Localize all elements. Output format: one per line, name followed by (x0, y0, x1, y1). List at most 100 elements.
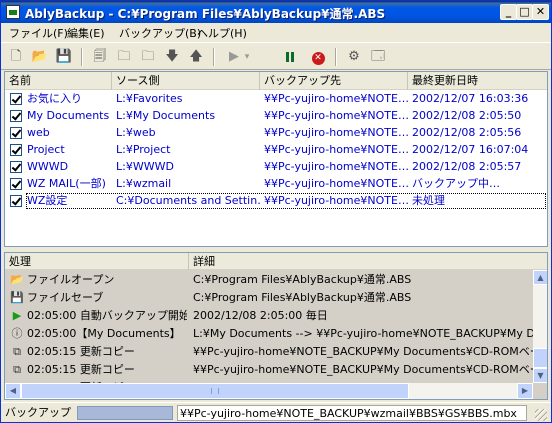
log-row[interactable]: ⧉ 02:05:15 更新コピー ¥¥Pc-yujiro-home¥NOTE_BAC… (5, 361, 533, 379)
properties-button[interactable]: 🗔 (367, 46, 389, 68)
row-name: Project (27, 143, 65, 156)
close-button[interactable]: ✕ (532, 4, 549, 20)
folder-copy-button[interactable]: 🗀 (113, 46, 135, 68)
header-detail[interactable]: 詳細 (189, 253, 547, 270)
scroll-right-button[interactable]: ▶ (517, 383, 533, 399)
menu-help[interactable]: ヘルプ(H) (197, 25, 247, 41)
delete-icon: 🗐 (93, 49, 107, 64)
list-row[interactable]: Project L:¥Project ¥¥Pc-yujiro-home¥NOTE… 2… (5, 142, 547, 158)
row-destination: ¥¥Pc-yujiro-home¥NOTE… (264, 143, 408, 156)
title-bar[interactable]: AblyBackup - C:¥Program Files¥AblyBackup… (1, 1, 551, 23)
save-icon: 💾 (55, 49, 73, 64)
row-name: My Documents (27, 109, 110, 122)
header-action[interactable]: 処理 (5, 253, 189, 270)
move-up-button[interactable]: 🡅 (185, 46, 207, 68)
row-destination: ¥¥Pc-yujiro-home¥NOTE… (264, 194, 408, 207)
log-detail: ¥¥Pc-yujiro-home¥NOTE_BACKUP¥My Document… (193, 345, 533, 358)
row-name: WZ MAIL(一部) (27, 177, 106, 190)
enabled-checkbox[interactable] (10, 144, 22, 156)
move-down-button[interactable]: 🡇 (161, 46, 183, 68)
menu-file[interactable]: ファイル(F) (9, 25, 68, 41)
scroll-down-button[interactable]: ▼ (533, 368, 547, 383)
row-source: L:¥web (116, 126, 156, 139)
list-row[interactable]: web L:¥web ¥¥Pc-yujiro-home¥NOTE… 2002/12/0… (5, 125, 547, 141)
window-title: AblyBackup - C:¥Program Files¥AblyBackup… (25, 7, 386, 21)
header-last-modified[interactable]: 最終更新日時 (408, 72, 547, 90)
backup-list[interactable]: 名前 ソース側 バックアップ先 最終更新日時 お気に入り L:¥Favorites… (4, 71, 548, 247)
minimize-icon: _ (505, 5, 512, 18)
row-source: C:¥Documents and Settin… (116, 194, 260, 207)
row-source: L:¥My Documents (116, 109, 216, 122)
open-button[interactable]: 📂 (29, 46, 51, 68)
enabled-checkbox[interactable] (10, 127, 22, 139)
log-detail: 2002/12/08 2:05:00 毎日 (193, 309, 328, 322)
enabled-checkbox[interactable] (10, 195, 22, 207)
new-file-button[interactable]: 🗋 (5, 46, 27, 68)
row-last-modified: 2002/12/08 2:05:50 (412, 109, 522, 122)
move-down-icon: 🡇 (165, 49, 179, 64)
header-source[interactable]: ソース側 (112, 72, 260, 90)
maximize-icon: □ (519, 5, 530, 18)
open-folder-icon: 📂 (10, 273, 24, 286)
enabled-checkbox[interactable] (10, 178, 22, 190)
log-row[interactable]: 📂 ファイルオープン C:¥Program Files¥AblyBackup¥通常.… (5, 271, 533, 289)
row-source: L:¥Favorites (116, 92, 183, 105)
log-header: 処理 詳細 (5, 253, 547, 270)
row-last-modified: 2002/12/08 2:05:57 (412, 160, 522, 173)
save-button[interactable]: 💾 (53, 46, 75, 68)
log-action: 02:05:00【My Documents】 (27, 327, 181, 340)
resize-grip[interactable] (535, 409, 547, 421)
row-destination: ¥¥Pc-yujiro-home¥NOTE… (264, 92, 408, 105)
status-progress-bar (77, 406, 173, 420)
row-destination: ¥¥Pc-yujiro-home¥NOTE… (264, 109, 408, 122)
header-name[interactable]: 名前 (5, 72, 112, 90)
log-action: 02:05:15 更新コピー (27, 363, 135, 376)
vertical-scroll-thumb[interactable] (533, 348, 547, 368)
arrow-up-icon: ▲ (537, 273, 544, 282)
scroll-up-button[interactable]: ▲ (533, 270, 547, 285)
row-last-modified: 2002/12/07 16:03:36 (412, 92, 529, 105)
log-row[interactable]: ▶ 02:05:00 自動バックアップ開始 2002/12/08 2:05:00 毎… (5, 307, 533, 325)
log-row[interactable]: ⓘ 02:05:00【My Documents】 L:¥My Documents -… (5, 325, 534, 343)
header-destination[interactable]: バックアップ先 (260, 72, 408, 90)
log-view[interactable]: 処理 詳細 📂 ファイルオープン C:¥Program Files¥AblyBack… (4, 252, 548, 400)
maximize-button[interactable]: □ (516, 4, 533, 20)
list-row[interactable]: WZ MAIL(一部) L:¥wzmail ¥¥Pc-yujiro-home¥NOT… (5, 176, 547, 192)
log-row[interactable]: 💾 ファイルセーブ C:¥Program Files¥AblyBackup¥通常.A… (5, 289, 533, 307)
stop-button[interactable]: ✕ (307, 46, 329, 68)
play-icon: ▶ (229, 49, 239, 64)
pause-button[interactable] (279, 46, 301, 68)
settings-button[interactable]: ⚙ (343, 46, 365, 68)
scroll-left-button[interactable]: ◀ (5, 383, 21, 399)
enabled-checkbox[interactable] (10, 93, 22, 105)
list-row[interactable]: WZ設定 C:¥Documents and Settin… ¥¥Pc-yujiro-… (5, 193, 547, 209)
status-current-path: ¥¥Pc-yujiro-home¥NOTE_BACKUP¥wzmail¥BBS¥… (177, 405, 527, 421)
enabled-checkbox[interactable] (10, 161, 22, 173)
log-action: ファイルオープン (27, 273, 115, 286)
menu-edit[interactable]: 編集(E) (67, 25, 105, 41)
minimize-button[interactable]: _ (500, 4, 517, 20)
properties-icon: 🗔 (370, 49, 386, 64)
menu-bar: ファイル(F) 編集(E) バックアップ(B) ヘルプ(H) (1, 23, 551, 41)
list-row[interactable]: My Documents L:¥My Documents ¥¥Pc-yujiro-h… (5, 108, 547, 124)
arrow-down-icon: ▼ (537, 371, 544, 380)
log-row[interactable]: ⧉ 02:05:15 更新コピー ¥¥Pc-yujiro-home¥NOTE_BAC… (5, 343, 533, 361)
log-detail: L:¥My Documents --> ¥¥Pc-yujiro-home¥NOT… (193, 327, 533, 340)
log-action: ファイルセーブ (27, 291, 104, 304)
enabled-checkbox[interactable] (10, 110, 22, 122)
folder-copy-icon: 🗀 (117, 49, 131, 64)
folder-copy2-button[interactable]: 🗀 (137, 46, 159, 68)
log-action: 02:05:15 更新コピー (27, 345, 135, 358)
log-vertical-scrollbar[interactable]: ▲ ▼ (533, 270, 547, 383)
play-dropdown-button[interactable]: ▾ (241, 46, 253, 68)
open-folder-icon: 📂 (31, 49, 49, 64)
row-name: お気に入り (27, 92, 82, 105)
list-row[interactable]: お気に入り L:¥Favorites ¥¥Pc-yujiro-home¥NOTE… 2… (5, 91, 547, 107)
menu-backup[interactable]: バックアップ(B) (119, 25, 201, 41)
delete-button[interactable]: 🗐 (89, 46, 111, 68)
log-horizontal-scrollbar[interactable]: ◀ ▶ (5, 383, 533, 399)
list-row[interactable]: WWWD L:¥WWWD ¥¥Pc-yujiro-home¥NOTE… 2002/12… (5, 159, 547, 175)
app-icon[interactable] (6, 5, 20, 19)
dropdown-icon: ▾ (244, 52, 250, 62)
horizontal-scroll-thumb[interactable] (21, 383, 409, 399)
